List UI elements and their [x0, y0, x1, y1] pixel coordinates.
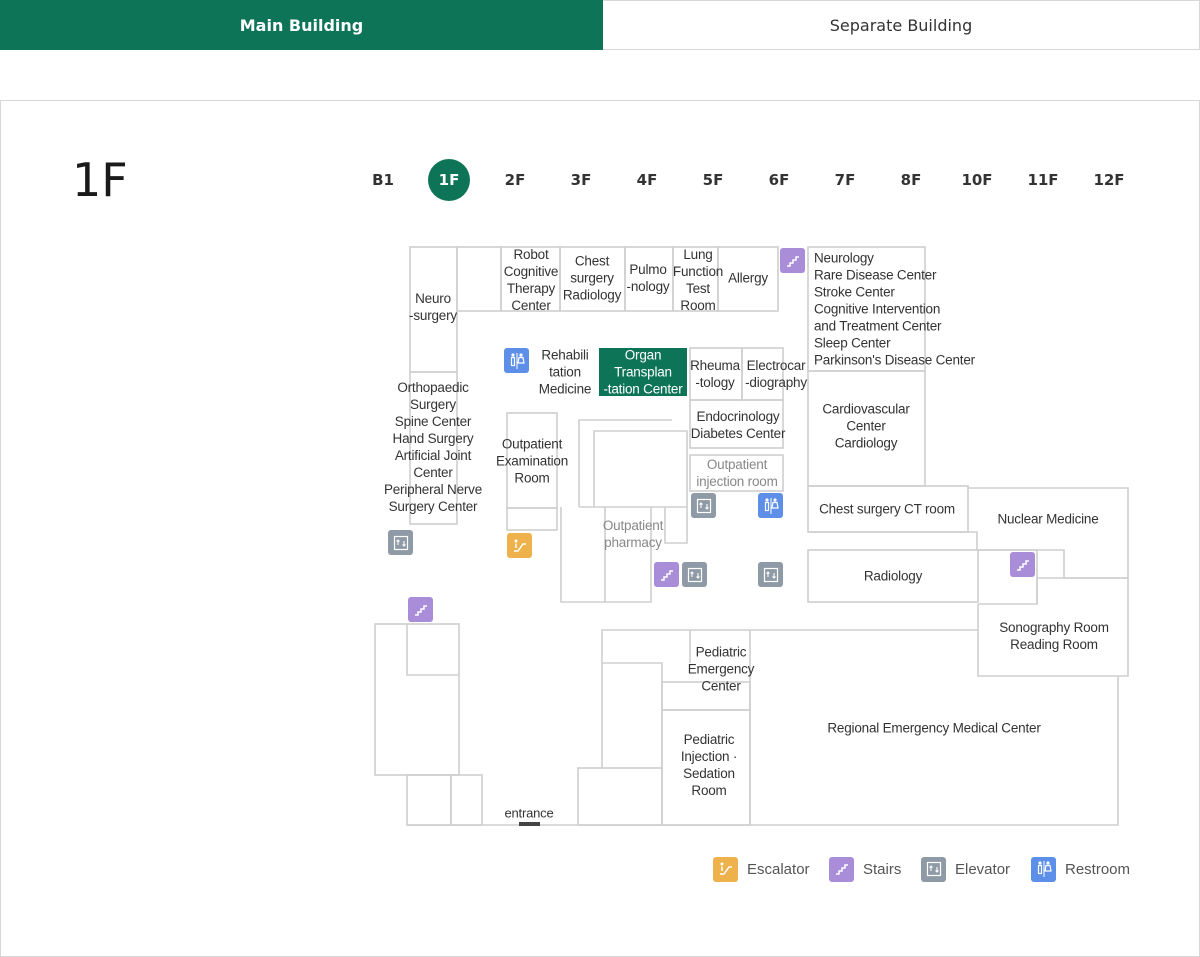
room-pediatric-emergency: Pediatric Emergency Center: [687, 644, 755, 694]
restroom-icon: [504, 348, 529, 373]
room-organ-transplant-label: Organ Transplan -tation Center: [603, 347, 683, 397]
room-outpatient-examination: Outpatient Examination Room: [495, 436, 569, 486]
room-lung-function-test: Lung Function Test Room: [672, 247, 724, 313]
room-orthopaedic: Orthopaedic Surgery Spine Center Hand Su…: [383, 380, 483, 514]
legend-stairs: Stairs: [829, 856, 901, 882]
room-chest-surgery-radiology: Chest surgery Radiology: [562, 253, 622, 303]
restroom-icon: [758, 493, 783, 518]
stairs-icon: [1010, 552, 1035, 577]
room-cardiovascular: Cardiovascular Center Cardiology: [822, 401, 910, 451]
entrance-label: entrance: [504, 805, 554, 821]
elevator-icon: [758, 562, 783, 587]
entrance-marker: [519, 822, 540, 826]
escalator-icon: [507, 533, 532, 558]
room-neurosurgery: Neuro -surgery: [409, 291, 457, 323]
legend-stairs-label: Stairs: [863, 860, 902, 878]
legend-restroom-label: Restroom: [1065, 860, 1131, 878]
room-nuclear-medicine: Nuclear Medicine: [997, 511, 1099, 527]
room-allergy: Allergy: [728, 270, 768, 286]
stairs-icon: [780, 248, 805, 273]
escalator-icon: [713, 856, 738, 882]
map-legend: Escalator Stairs Elevator Restroom: [0, 856, 1200, 882]
legend-escalator: Escalator: [713, 856, 810, 882]
stairs-icon: [829, 856, 854, 882]
floor-plan-walls: [374, 246, 1129, 826]
legend-restroom: Restroom: [1031, 856, 1130, 882]
room-robot-cognitive-therapy: Robot Cognitive Therapy Center: [503, 247, 559, 313]
elevator-icon: [388, 530, 413, 555]
stairs-icon: [654, 562, 679, 587]
elevator-icon: [921, 856, 946, 882]
room-outpatient-injection: Outpatient injection room: [696, 457, 778, 489]
room-pediatric-injection: Pediatric Injection · Sedation Room: [680, 732, 738, 798]
room-outpatient-pharmacy: Outpatient pharmacy: [602, 518, 664, 550]
room-electrocardiography: Electrocar -diography: [745, 358, 807, 390]
room-radiology: Radiology: [863, 568, 923, 584]
elevator-icon: [691, 493, 716, 518]
legend-elevator: Elevator: [921, 856, 1010, 882]
room-chest-surgery-ct: Chest surgery CT room: [819, 501, 955, 517]
stairs-icon: [408, 597, 433, 622]
room-neurology: Neurology Rare Disease Center Stroke Cen…: [814, 250, 975, 368]
room-regional-emergency: Regional Emergency Medical Center: [827, 720, 1041, 736]
room-endocrinology: Endocrinology Diabetes Center: [690, 409, 786, 441]
legend-elevator-label: Elevator: [955, 860, 1011, 878]
room-rehabilitation: Rehabili tation Medicine: [538, 347, 592, 397]
floor-plan: Neuro -surgery Robot Cognitive Therapy C…: [0, 0, 1200, 957]
room-rheumatology: Rheuma -tology: [690, 358, 740, 390]
restroom-icon: [1031, 856, 1056, 882]
legend-escalator-label: Escalator: [747, 860, 810, 878]
room-sonography: Sonography Room Reading Room: [999, 620, 1109, 652]
elevator-icon: [682, 562, 707, 587]
room-pulmonology: Pulmo -nology: [626, 262, 670, 294]
